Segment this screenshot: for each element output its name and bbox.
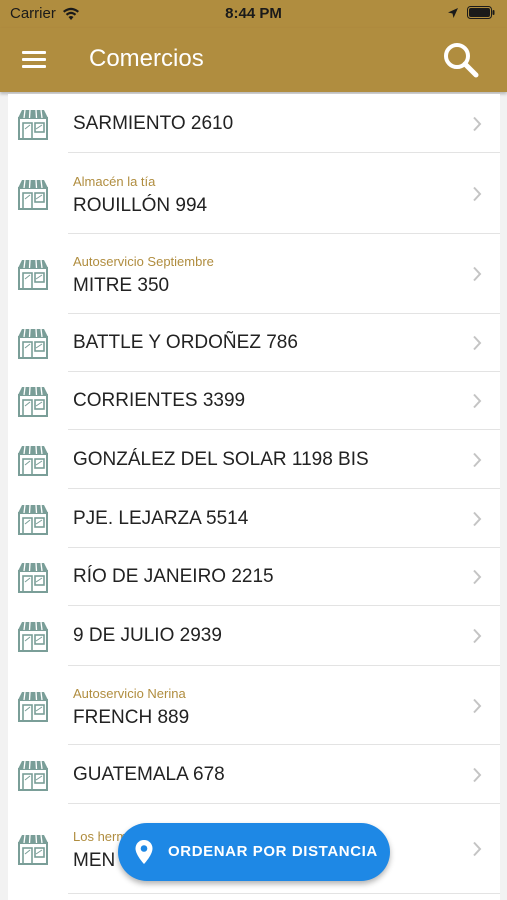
battery-icon <box>467 6 495 19</box>
chevron-right-icon <box>473 698 482 714</box>
page-title: Comercios <box>89 45 204 72</box>
store-address: MEN <box>73 850 116 871</box>
store-row[interactable]: GUATEMALA 678 <box>8 745 500 804</box>
store-row[interactable]: SARMIENTO 2610 <box>8 94 500 153</box>
chevron-right-icon <box>473 186 482 202</box>
sort-by-distance-label: ORDENAR POR DISTANCIA <box>168 843 378 860</box>
store-icon <box>18 621 48 652</box>
store-address: GONZÁLEZ DEL SOLAR 1198 BIS <box>73 449 369 470</box>
store-icon <box>18 109 48 140</box>
store-text: GONZÁLEZ DEL SOLAR 1198 BIS <box>73 430 460 489</box>
search-icon[interactable] <box>441 40 481 80</box>
chevron-right-icon <box>473 511 482 527</box>
menu-icon[interactable] <box>22 48 48 72</box>
store-row[interactable]: Autoservicio Nerina FRENCH 889 <box>8 666 500 745</box>
store-name: Autoservicio Septiembre <box>73 254 214 269</box>
store-address: 9 DE JULIO 2939 <box>73 625 222 646</box>
store-icon <box>18 691 48 722</box>
store-address: GUATEMALA 678 <box>73 764 225 785</box>
store-address: FRENCH 889 <box>73 707 190 728</box>
store-text: Autoservicio Nerina FRENCH 889 <box>73 666 460 745</box>
chevron-right-icon <box>473 841 482 857</box>
store-text: SARMIENTO 2610 <box>73 94 460 153</box>
store-name: Almacén la tía <box>73 174 156 189</box>
chevron-right-icon <box>473 569 482 585</box>
store-text: PJE. LEJARZA 5514 <box>73 489 460 548</box>
store-address: ROUILLÓN 994 <box>73 195 208 216</box>
store-text: 9 DE JULIO 2939 <box>73 606 460 666</box>
store-text: GUATEMALA 678 <box>73 745 460 804</box>
store-icon <box>18 259 48 290</box>
location-arrow-icon <box>448 7 458 18</box>
store-icon <box>18 504 48 535</box>
chevron-right-icon <box>473 767 482 783</box>
store-icon <box>18 834 48 865</box>
chevron-right-icon <box>473 393 482 409</box>
store-row[interactable]: BATTLE Y ORDOÑEZ 786 <box>8 314 500 372</box>
status-bar: Carrier 8:44 PM <box>0 0 507 28</box>
store-address: PJE. LEJARZA 5514 <box>73 508 249 529</box>
sort-by-distance-button[interactable]: ORDENAR POR DISTANCIA <box>118 823 390 881</box>
chevron-right-icon <box>473 266 482 282</box>
store-icon <box>18 760 48 791</box>
store-text: Almacén la tía ROUILLÓN 994 <box>73 154 460 234</box>
store-address: BATTLE Y ORDOÑEZ 786 <box>73 332 298 353</box>
store-text: CORRIENTES 3399 <box>73 372 460 430</box>
app-bar: Comercios <box>0 28 507 92</box>
store-icon <box>18 386 48 417</box>
store-address: CORRIENTES 3399 <box>73 390 246 411</box>
store-row[interactable]: PJE. LEJARZA 5514 <box>8 489 500 548</box>
store-list: SARMIENTO 2610 Almacén la tía ROUILLÓN 9… <box>8 94 500 900</box>
clock: 8:44 PM <box>225 5 282 22</box>
row-divider <box>68 152 500 153</box>
location-pin-icon <box>135 840 153 864</box>
store-icon <box>18 179 48 210</box>
row-divider <box>68 893 500 894</box>
store-text: RÍO DE JANEIRO 2215 <box>73 548 460 606</box>
store-name: Autoservicio Nerina <box>73 686 186 701</box>
store-row[interactable]: 9 DE JULIO 2939 <box>8 606 500 666</box>
store-address: MITRE 350 <box>73 275 170 296</box>
chevron-right-icon <box>473 335 482 351</box>
store-row[interactable]: RÍO DE JANEIRO 2215 <box>8 548 500 606</box>
store-address: RÍO DE JANEIRO 2215 <box>73 566 274 587</box>
chevron-right-icon <box>473 628 482 644</box>
store-text: Autoservicio Septiembre MITRE 350 <box>73 234 460 314</box>
store-row[interactable]: Autoservicio Septiembre MITRE 350 <box>8 234 500 314</box>
store-icon <box>18 328 48 359</box>
store-address: SARMIENTO 2610 <box>73 113 234 134</box>
store-icon <box>18 562 48 593</box>
chevron-right-icon <box>473 116 482 132</box>
status-right <box>447 6 495 19</box>
store-row[interactable]: GONZÁLEZ DEL SOLAR 1198 BIS <box>8 430 500 489</box>
store-icon <box>18 445 48 476</box>
store-row[interactable]: Almacén la tía ROUILLÓN 994 <box>8 154 500 234</box>
store-text: BATTLE Y ORDOÑEZ 786 <box>73 314 460 372</box>
chevron-right-icon <box>473 452 482 468</box>
store-row[interactable]: CORRIENTES 3399 <box>8 372 500 430</box>
